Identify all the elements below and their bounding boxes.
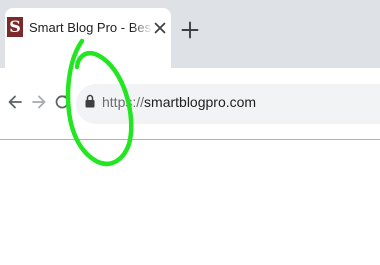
forward-arrow-icon[interactable]	[31, 93, 47, 111]
back-arrow-icon[interactable]	[7, 93, 23, 111]
reload-icon[interactable]	[54, 93, 70, 111]
tab-title-fade	[131, 17, 153, 39]
close-icon[interactable]	[152, 20, 168, 36]
plus-icon[interactable]	[181, 21, 199, 39]
url-text[interactable]: https://smartblogpro.com	[102, 92, 256, 112]
url-host: smartblogpro.com	[144, 94, 257, 110]
lock-icon[interactable]	[85, 94, 95, 108]
url-scheme: https://	[102, 94, 145, 110]
site-favicon-icon: S	[7, 17, 23, 37]
